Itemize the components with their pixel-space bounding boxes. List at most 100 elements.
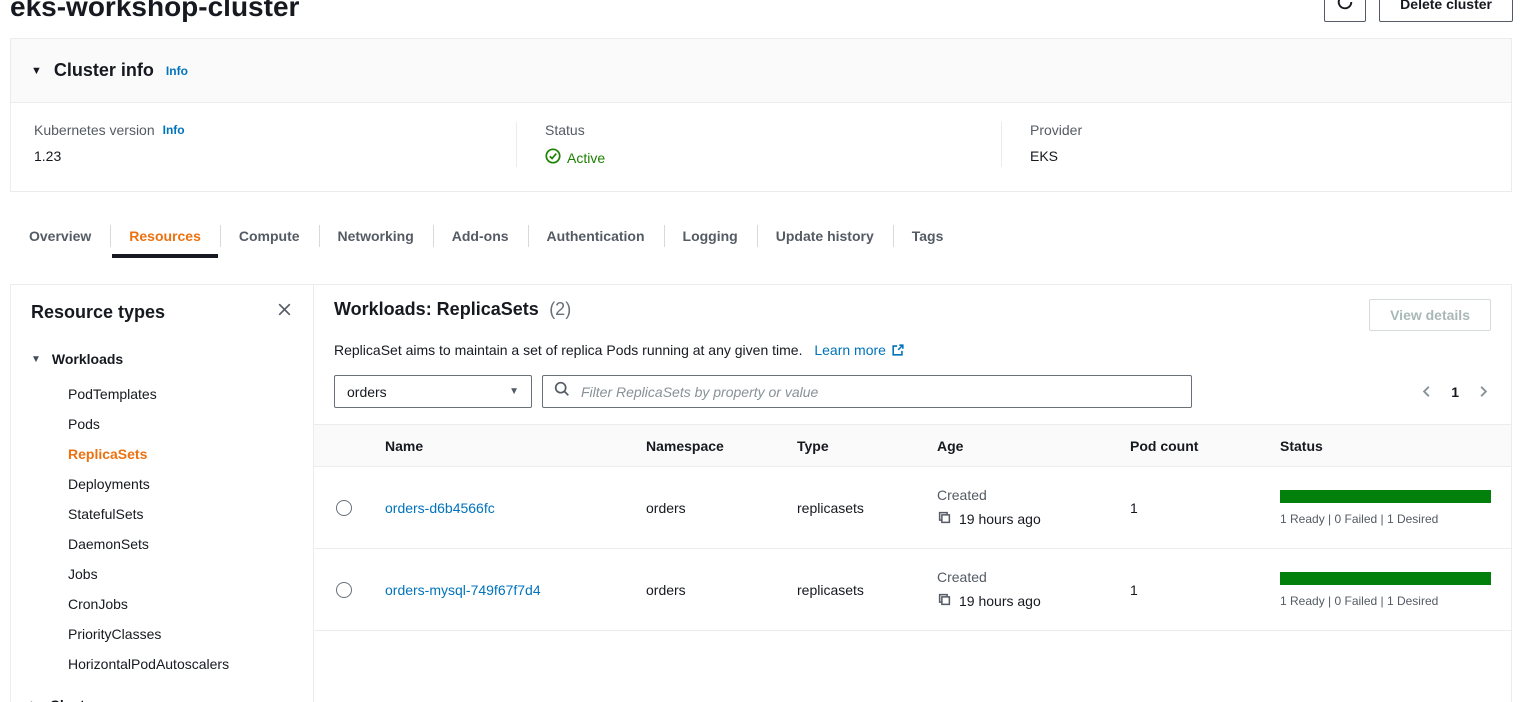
tab-update-history[interactable]: Update history — [757, 214, 893, 258]
table-header: Name Namespace Type Age Pod count Status — [314, 424, 1511, 467]
cluster-info-body: Kubernetes version Info 1.23 Status Acti… — [11, 103, 1511, 191]
replicaset-link[interactable]: orders-mysql-749f67f7d4 — [385, 582, 541, 598]
tab-overview[interactable]: Overview — [10, 214, 110, 258]
row-age: Created 19 hours ago — [925, 487, 1118, 528]
panel-count: (2) — [549, 299, 571, 319]
tree-group-workloads[interactable]: ▼ Workloads — [31, 351, 293, 367]
sidebar-item-daemonsets[interactable]: DaemonSets — [68, 529, 293, 559]
sidebar-item-cronjobs[interactable]: CronJobs — [68, 589, 293, 619]
panel-description: ReplicaSet aims to maintain a set of rep… — [334, 342, 802, 358]
provider-field: Provider EKS — [1001, 122, 1511, 167]
row-pod-count: 1 — [1118, 500, 1258, 516]
tree-group-cluster-label: Cluster — [50, 697, 98, 702]
previous-page-icon[interactable] — [1419, 384, 1434, 399]
cluster-info-title: Cluster info — [54, 60, 154, 81]
resource-types-title: Resource types — [31, 302, 165, 323]
tab-networking[interactable]: Networking — [319, 214, 433, 258]
age-label: Created — [937, 569, 1106, 585]
provider-label: Provider — [1030, 122, 1082, 138]
status-bar — [1280, 490, 1491, 503]
age-label: Created — [937, 487, 1106, 503]
sidebar-item-horizontalpodautoscalers[interactable]: HorizontalPodAutoscalers — [68, 649, 293, 679]
refresh-icon — [1336, 0, 1354, 14]
row-type: replicasets — [785, 582, 925, 598]
sidebar-item-podtemplates[interactable]: PodTemplates — [68, 379, 293, 409]
status-value: Active — [567, 150, 605, 166]
column-pod-count: Pod count — [1118, 438, 1258, 454]
age-value: 19 hours ago — [959, 593, 1041, 609]
tab-add-ons[interactable]: Add-ons — [433, 214, 528, 258]
sidebar-item-priorityclasses[interactable]: PriorityClasses — [68, 619, 293, 649]
resource-tree: ▼ Workloads PodTemplates Pods ReplicaSet… — [31, 351, 293, 702]
provider-value: EKS — [1030, 148, 1491, 164]
header-actions: Delete cluster — [1324, 0, 1513, 22]
learn-more-label: Learn more — [814, 342, 886, 358]
table-row: orders-mysql-749f67f7d4 orders replicase… — [314, 549, 1511, 631]
collapse-caret-icon: ▼ — [31, 65, 42, 77]
page-header: eks-workshop-cluster Delete cluster — [0, 0, 1522, 28]
panel-heading-wrap: Workloads: ReplicaSets (2) — [334, 299, 571, 320]
row-pod-count: 1 — [1118, 582, 1258, 598]
row-radio[interactable] — [336, 582, 352, 598]
namespace-filter-value: orders — [347, 384, 387, 400]
tab-compute[interactable]: Compute — [220, 214, 319, 258]
replicasets-table: Name Namespace Type Age Pod count Status… — [314, 424, 1511, 631]
kubernetes-version-info-link[interactable]: Info — [163, 123, 185, 137]
replicasets-panel: Workloads: ReplicaSets (2) View details … — [314, 284, 1512, 702]
status-bar — [1280, 572, 1491, 585]
copy-icon[interactable] — [937, 592, 952, 610]
cluster-info-header[interactable]: ▼ Cluster info Info — [11, 39, 1511, 103]
sidebar-item-pods[interactable]: Pods — [68, 409, 293, 439]
row-namespace: orders — [634, 500, 785, 516]
status-label: Status — [545, 122, 585, 138]
row-namespace: orders — [634, 582, 785, 598]
tab-resources[interactable]: Resources — [110, 214, 220, 258]
status-field: Status Active — [516, 122, 1001, 167]
column-namespace: Namespace — [634, 438, 785, 454]
column-name: Name — [373, 438, 634, 454]
close-icon[interactable] — [276, 301, 293, 323]
search-input[interactable] — [579, 383, 1180, 401]
panel-heading: Workloads: ReplicaSets — [334, 299, 539, 319]
row-status: 1 Ready | 0 Failed | 1 Desired — [1258, 490, 1511, 526]
learn-more-link[interactable]: Learn more — [814, 342, 905, 358]
pagination: 1 — [1419, 384, 1491, 400]
status-check-icon — [545, 148, 561, 167]
copy-icon[interactable] — [937, 510, 952, 528]
tree-group-cluster[interactable]: ▶ Cluster — [31, 697, 293, 702]
age-value: 19 hours ago — [959, 511, 1041, 527]
sidebar-item-jobs[interactable]: Jobs — [68, 559, 293, 589]
kubernetes-version-field: Kubernetes version Info 1.23 — [11, 122, 516, 167]
tab-authentication[interactable]: Authentication — [528, 214, 664, 258]
refresh-button[interactable] — [1324, 0, 1366, 22]
tab-tags[interactable]: Tags — [893, 214, 963, 258]
row-type: replicasets — [785, 500, 925, 516]
replicaset-link[interactable]: orders-d6b4566fc — [385, 500, 495, 516]
dropdown-caret-icon: ▼ — [509, 386, 519, 397]
search-box — [542, 375, 1192, 408]
sidebar-item-statefulsets[interactable]: StatefulSets — [68, 499, 293, 529]
tree-group-workloads-label: Workloads — [52, 351, 123, 367]
status-text: 1 Ready | 0 Failed | 1 Desired — [1280, 512, 1491, 526]
external-link-icon — [891, 344, 905, 360]
sidebar-item-deployments[interactable]: Deployments — [68, 469, 293, 499]
tab-logging[interactable]: Logging — [664, 214, 757, 258]
kubernetes-version-label: Kubernetes version — [34, 122, 155, 138]
search-icon — [554, 381, 570, 402]
resources-content: Resource types ▼ Workloads PodTemplates … — [10, 284, 1512, 702]
kubernetes-version-value: 1.23 — [34, 148, 496, 164]
cluster-info-info-link[interactable]: Info — [166, 64, 188, 78]
view-details-button[interactable]: View details — [1369, 299, 1491, 331]
table-row: orders-d6b4566fc orders replicasets Crea… — [314, 467, 1511, 549]
row-radio[interactable] — [336, 500, 352, 516]
page-title: eks-workshop-cluster — [10, 0, 1512, 23]
delete-cluster-button[interactable]: Delete cluster — [1379, 0, 1513, 22]
sidebar-item-replicasets[interactable]: ReplicaSets — [68, 439, 293, 469]
resource-types-sidebar: Resource types ▼ Workloads PodTemplates … — [10, 284, 314, 702]
next-page-icon[interactable] — [1476, 384, 1491, 399]
status-text: 1 Ready | 0 Failed | 1 Desired — [1280, 594, 1491, 608]
current-page[interactable]: 1 — [1451, 384, 1459, 400]
column-age: Age — [925, 438, 1118, 454]
row-age: Created 19 hours ago — [925, 569, 1118, 610]
namespace-filter-dropdown[interactable]: orders ▼ — [334, 375, 532, 408]
